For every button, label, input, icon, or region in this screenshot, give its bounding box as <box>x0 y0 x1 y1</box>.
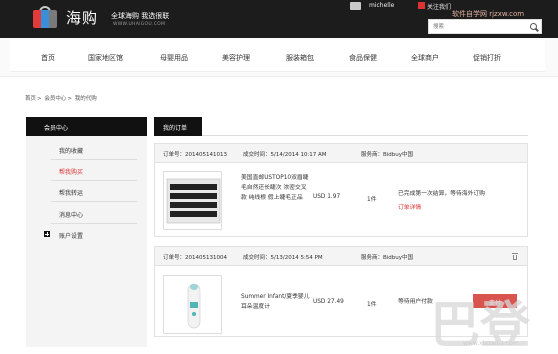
trash-icon[interactable] <box>512 253 518 260</box>
username[interactable]: michelle <box>369 2 394 9</box>
divider <box>51 201 137 202</box>
product-quantity: 1件 <box>367 302 377 308</box>
product-quantity: 1件 <box>367 197 377 203</box>
follow-us-link[interactable]: 关注我们 <box>427 2 451 11</box>
breadcrumb-separator: > <box>37 96 42 102</box>
product-price: USD 27.49 <box>313 299 344 305</box>
product-name[interactable]: Summer Infant/夏季婴儿耳朵温度计 <box>241 292 311 312</box>
order-service: 服务商：Bidbuy中国 <box>361 152 414 158</box>
weibo-icon[interactable] <box>418 2 425 9</box>
divider <box>51 223 137 224</box>
product-name[interactable]: 美国直邮USTOP10双眉睫毛自然还长睫次 浓密交叉款 纯线根 假上睫毛正品 <box>241 173 311 203</box>
nav-item-food[interactable]: 食品保健 <box>349 53 377 63</box>
sidebar-item-forwarding[interactable]: 帮我转运 <box>26 183 147 200</box>
order-header: 订单号：201405141013 成交时间：5/14/2014 10:17 AM… <box>155 144 527 163</box>
tab-my-orders[interactable]: 我的订单 <box>154 117 202 136</box>
plus-icon[interactable] <box>44 231 50 237</box>
watermark-text: 软件自学网 rjzxw.com <box>452 10 525 18</box>
breadcrumb-current: 我的代购 <box>74 96 97 102</box>
order-time: 成交时间：5/13/2014 5:54 PM <box>243 255 323 261</box>
order-status: 等待用户付款 <box>398 299 433 305</box>
order-number: 订单号：201405131004 <box>163 255 227 261</box>
shopping-bag-logo-icon[interactable] <box>33 6 59 28</box>
top-bar: 海购 全球海购 我选很联 WWW.UHAIGOU.COM michelle 关注… <box>0 0 558 38</box>
sidebar-item-messages[interactable]: 消息中心 <box>26 205 147 222</box>
nav-item-beauty[interactable]: 美容护理 <box>222 53 250 63</box>
watermark-url: www.xiazaiba.com <box>463 340 519 347</box>
sidebar-item-favorites[interactable]: 我的收藏 <box>26 141 147 158</box>
order-time: 成交时间：5/14/2014 10:17 AM <box>243 152 327 158</box>
nav-item-baby[interactable]: 母婴用品 <box>160 53 188 63</box>
product-image-eyelashes[interactable] <box>163 171 222 230</box>
breadcrumb-separator: > <box>67 96 72 102</box>
logo-url: WWW.UHAIGOU.COM <box>113 22 166 27</box>
breadcrumb: 首页> 会员中心> 我的代购 <box>25 94 98 102</box>
nav-item-promotions[interactable]: 促销打折 <box>473 53 501 63</box>
eyelash-tray-icon <box>166 178 221 224</box>
divider <box>51 180 137 181</box>
product-image-thermometer[interactable] <box>163 275 222 334</box>
breadcrumb-home[interactable]: 首页 <box>25 96 36 102</box>
nav-item-merchants[interactable]: 全球商户 <box>411 53 439 63</box>
sidebar-item-buy-for-me[interactable]: 帮我购买 <box>26 162 147 179</box>
order-service: 服务商：Bidbuy中国 <box>361 255 414 261</box>
sidebar-item-label: 账户设置 <box>59 233 84 240</box>
thermometer-icon <box>187 283 201 329</box>
nav-inner: 首页 国家地区馆 母婴用品 美容护理 服装箱包 食品保健 全球商户 促销打折 <box>10 40 545 72</box>
search-input[interactable] <box>431 21 521 32</box>
divider <box>51 159 137 160</box>
nav-item-home[interactable]: 首页 <box>41 53 55 63</box>
order-status: 已完成第一次结算，等待海外订购 <box>398 191 485 197</box>
sidebar: 会员中心 我的收藏 帮我购买 帮我转运 消息中心 账户设置 <box>26 117 147 347</box>
logo-text[interactable]: 海购 <box>66 7 98 28</box>
product-price: USD 1.97 <box>313 194 341 200</box>
nav-item-clothing[interactable]: 服装箱包 <box>286 53 314 63</box>
slogan: 全球海购 我选很联 <box>111 12 170 20</box>
search-box <box>428 19 542 34</box>
avatar[interactable] <box>350 2 361 10</box>
tab-strip: 我的订单 <box>154 117 528 136</box>
sidebar-item-account-settings[interactable]: 账户设置 <box>26 226 147 243</box>
main-nav: 首页 国家地区馆 母婴用品 美容护理 服装箱包 食品保健 全球商户 促销打折 <box>0 38 558 77</box>
order-detail-link[interactable]: 订单详情 <box>398 202 421 211</box>
sidebar-title: 会员中心 <box>26 117 147 136</box>
order-number: 订单号：201405141013 <box>163 152 227 158</box>
order-header: 订单号：201405131004 成交时间：5/13/2014 5:54 PM … <box>155 247 527 266</box>
breadcrumb-member-center[interactable]: 会员中心 <box>44 96 66 102</box>
nav-item-country[interactable]: 国家地区馆 <box>88 53 123 63</box>
order-card: 订单号：201405141013 成交时间：5/14/2014 10:17 AM… <box>154 143 528 237</box>
logo-bag <box>33 10 57 28</box>
search-icon[interactable] <box>530 23 537 30</box>
